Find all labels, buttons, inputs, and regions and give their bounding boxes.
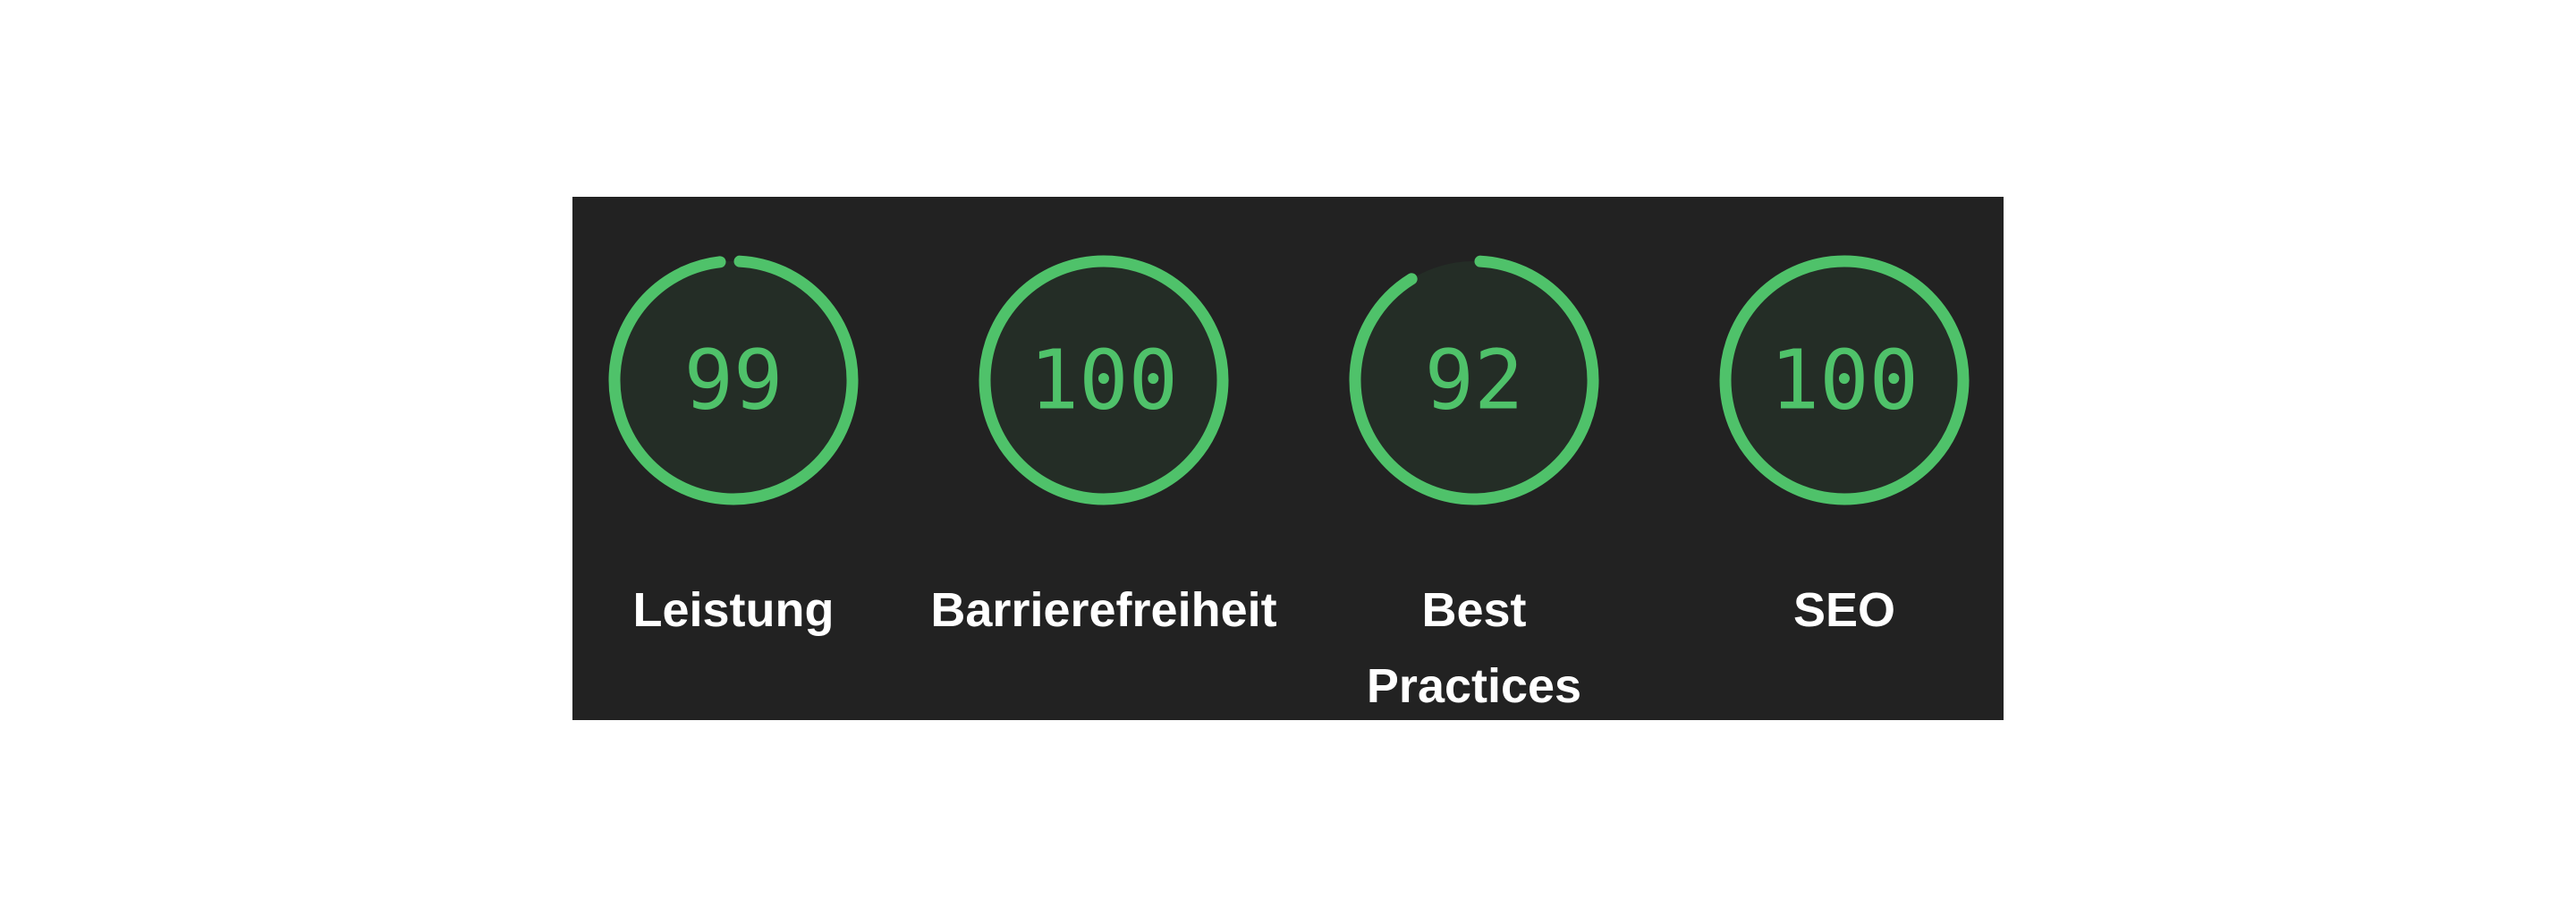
gauge-ring: 100 (979, 255, 1229, 505)
gauge-title-line: Leistung (632, 583, 835, 637)
gauge-barrierefreiheit[interactable]: 100 Barrierefreiheit (930, 197, 1313, 720)
gauge-score: 100 (1030, 333, 1178, 428)
gauge-title-line: Best (1421, 583, 1527, 637)
gauge-title-line: Barrierefreiheit (930, 583, 1277, 637)
gauge-title: Best Practices (1289, 572, 1659, 725)
gauge-ring: 100 (1719, 255, 1970, 505)
gauge-score: 100 (1770, 333, 1919, 428)
gauge-score: 99 (684, 333, 784, 428)
lighthouse-scores-panel: 99 Leistung 100 Barrierefreiheit 92 Best… (572, 197, 2004, 720)
gauge-title: Barrierefreiheit (919, 572, 1289, 649)
gauge-ring: 99 (608, 255, 859, 505)
gauge-title-line: SEO (1792, 583, 1896, 637)
gauge-seo[interactable]: 100 SEO (1683, 197, 2054, 720)
gauge-ring: 92 (1349, 255, 1599, 505)
gauge-leistung[interactable]: 99 Leistung (572, 197, 943, 720)
gauge-score: 92 (1425, 333, 1524, 428)
gauge-title-line: Practices (1366, 659, 1582, 713)
gauge-title: Leistung (548, 572, 919, 649)
gauge-best-practices[interactable]: 92 Best Practices (1313, 197, 1683, 720)
gauge-title: SEO (1659, 572, 2029, 649)
